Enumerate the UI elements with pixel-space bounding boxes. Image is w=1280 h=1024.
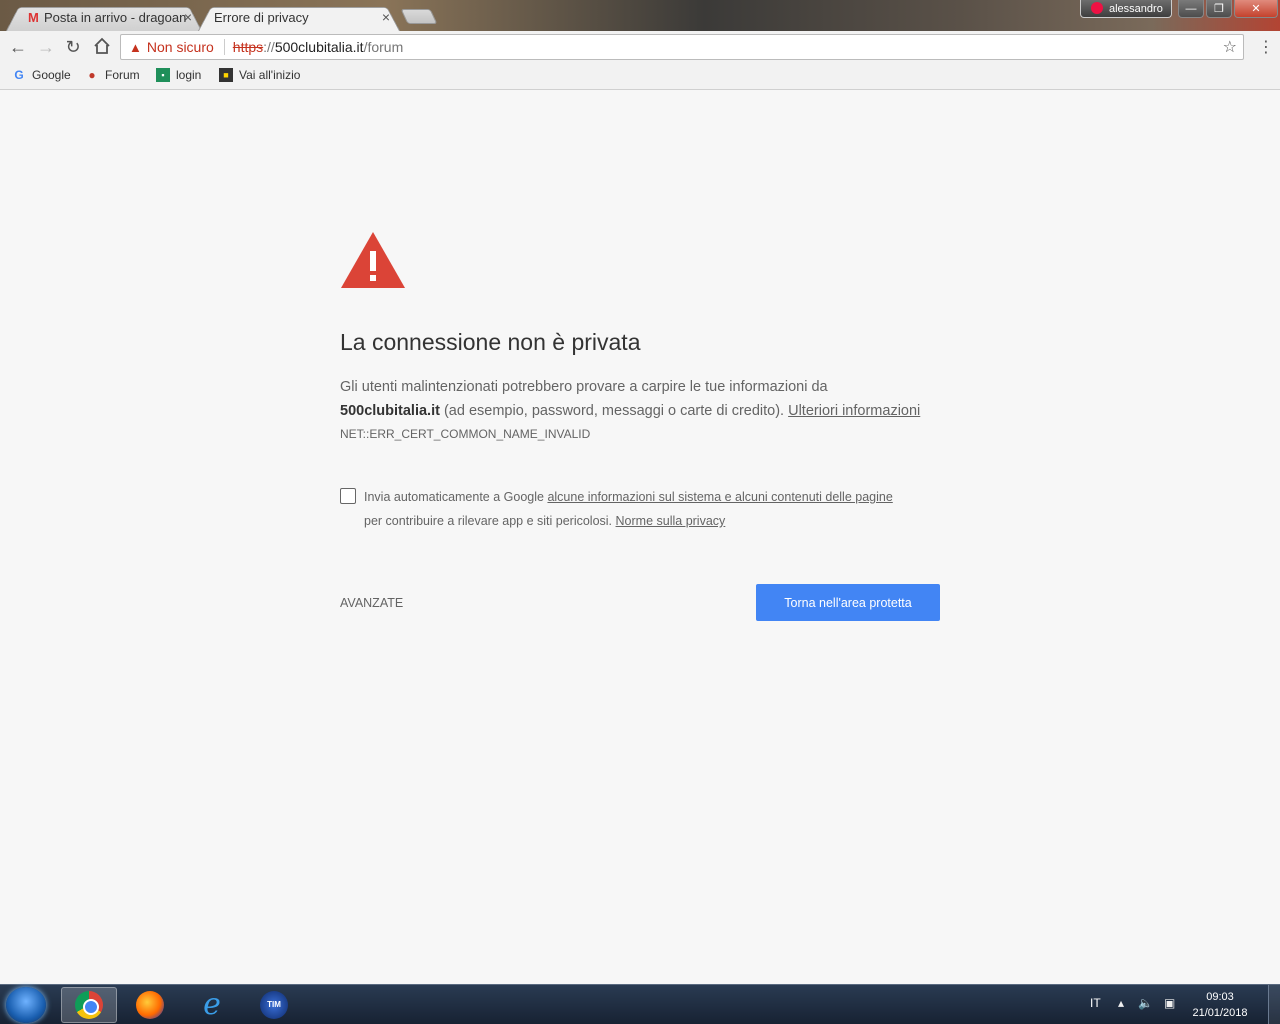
report-optin-checkbox[interactable] xyxy=(340,488,356,504)
learn-more-link[interactable]: Ulteriori informazioni xyxy=(788,403,920,419)
login-icon: ▪ xyxy=(156,68,170,82)
address-bar[interactable]: ▲ Non sicuro https://500clubitalia.it/fo… xyxy=(120,34,1244,60)
hostname: 500clubitalia.it xyxy=(340,403,440,419)
clock-time: 09:03 xyxy=(1206,991,1234,1003)
network-icon[interactable]: ▣ xyxy=(1164,996,1175,1010)
menu-kebab-icon[interactable]: ⋮ xyxy=(1258,37,1274,57)
windows-taskbar: e TIM IT ▴ 🔈 ▣ 09:03 21/01/2018 xyxy=(0,984,1280,1024)
show-desktop-button[interactable] xyxy=(1268,985,1280,1024)
tab-gmail[interactable]: M Posta in arrivo - dragoan × xyxy=(6,3,202,31)
tab-title: Errore di privacy xyxy=(214,9,309,25)
bookmark-google[interactable]: G Google xyxy=(12,68,71,82)
language-indicator[interactable]: IT xyxy=(1090,996,1101,1010)
bookmark-label: Google xyxy=(32,68,71,82)
page-title: La connessione non è privata xyxy=(340,329,641,355)
restore-button[interactable]: ❐ xyxy=(1206,0,1232,18)
new-tab-button[interactable] xyxy=(400,9,438,24)
bookmark-label: Forum xyxy=(105,68,140,82)
gmail-icon: M xyxy=(28,10,39,25)
start-button[interactable] xyxy=(6,987,46,1023)
browser-toolbar: ← → ↻ ▲ Non sicuro https://500clubitalia… xyxy=(0,31,1280,63)
url-path: /forum xyxy=(363,39,404,55)
home-icon xyxy=(94,37,110,54)
chrome-icon xyxy=(75,991,103,1019)
clock[interactable]: 09:03 21/01/2018 xyxy=(1190,989,1250,1021)
show-hidden-icons-icon[interactable]: ▴ xyxy=(1118,996,1124,1010)
volume-icon[interactable]: 🔈 xyxy=(1138,996,1153,1010)
taskbar-chrome[interactable] xyxy=(61,987,117,1023)
warning-icon[interactable]: ▲ xyxy=(129,40,142,55)
profile-icon xyxy=(1091,2,1103,14)
optin-text: Invia automaticamente a Google xyxy=(364,490,544,504)
url-separator: :// xyxy=(263,39,275,55)
optin-text-end: per contribuire a rilevare app e siti pe… xyxy=(364,514,613,528)
window-controls: — ❐ ✕ xyxy=(1178,0,1278,18)
url-host: 500clubitalia.it xyxy=(274,39,364,55)
clock-date: 21/01/2018 xyxy=(1192,1007,1248,1019)
explanation-paragraph: Gli utenti malintenzionati potrebbero pr… xyxy=(340,375,946,423)
car-icon: ● xyxy=(88,68,96,82)
tim-icon: TIM xyxy=(260,991,288,1019)
warning-triangle-icon xyxy=(341,232,405,288)
tab-close-icon[interactable]: × xyxy=(382,9,390,25)
firefox-icon xyxy=(136,991,164,1019)
tab-title: Posta in arrivo - dragoan xyxy=(44,9,187,25)
privacy-error-page: La connessione non è privata Gli utenti … xyxy=(0,91,1280,984)
explanation-text: Gli utenti malintenzionati potrebbero pr… xyxy=(340,379,828,395)
tab-close-icon[interactable]: × xyxy=(184,9,192,25)
internet-explorer-icon: e xyxy=(203,987,221,1022)
bookmark-forum[interactable]: ● Forum xyxy=(85,68,140,82)
profile-name: alessandro xyxy=(1109,2,1163,15)
title-bar: M Posta in arrivo - dragoan × Errore di … xyxy=(0,0,1280,31)
taskbar-tim[interactable]: TIM xyxy=(246,987,302,1023)
forward-button[interactable]: → xyxy=(36,37,56,57)
url-scheme: https xyxy=(232,39,264,55)
optin-label: Invia automaticamente a Google alcune in… xyxy=(364,485,944,533)
optin-details-link[interactable]: alcune informazioni sul sistema e alcuni… xyxy=(547,490,892,504)
bookmarks-bar: G Google ● Forum ▪ login ■ Vai all'inizi… xyxy=(0,63,1280,90)
taskbar-internet-explorer[interactable]: e xyxy=(184,987,240,1023)
explanation-text-end: (ad esempio, password, messaggi o carte … xyxy=(443,403,785,419)
home-button[interactable] xyxy=(92,37,112,57)
bookmark-label: Vai all'inizio xyxy=(239,68,301,82)
tab-privacy-error[interactable]: Errore di privacy × xyxy=(198,3,400,31)
advanced-button[interactable]: AVANZATE xyxy=(340,596,403,610)
error-code[interactable]: NET::ERR_CERT_COMMON_NAME_INVALID xyxy=(340,427,590,441)
minimize-button[interactable]: — xyxy=(1178,0,1204,18)
back-to-safety-button[interactable]: Torna nell'area protetta xyxy=(756,584,940,621)
bookmark-home[interactable]: ■ Vai all'inizio xyxy=(219,68,300,82)
bookmark-star-icon[interactable]: ☆ xyxy=(1223,37,1237,57)
privacy-policy-link[interactable]: Norme sulla privacy xyxy=(616,514,726,528)
separator xyxy=(223,39,225,55)
bookmark-label: login xyxy=(176,68,202,82)
google-icon: G xyxy=(14,68,24,82)
reload-button[interactable]: ↻ xyxy=(63,37,83,57)
back-button[interactable]: ← xyxy=(8,37,28,57)
close-window-button[interactable]: ✕ xyxy=(1234,0,1278,18)
taskbar-firefox[interactable] xyxy=(122,987,178,1023)
security-status[interactable]: Non sicuro xyxy=(147,39,214,55)
bookmark-login[interactable]: ▪ login xyxy=(156,68,201,82)
profile-button[interactable]: alessandro xyxy=(1080,0,1172,18)
home-bookmark-icon: ■ xyxy=(219,68,233,82)
